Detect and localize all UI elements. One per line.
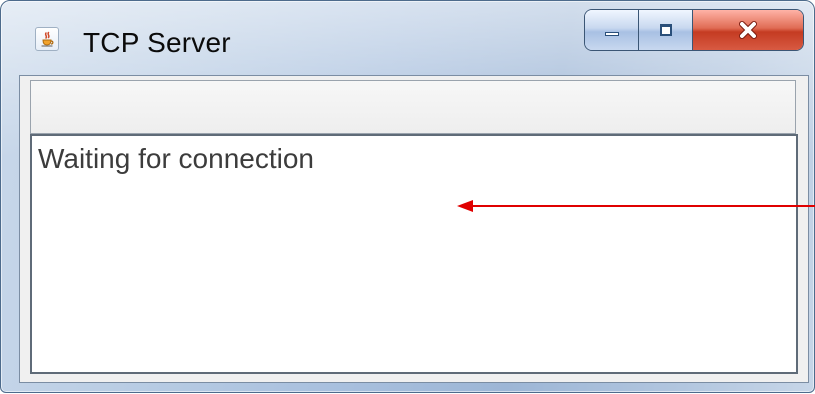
close-button[interactable]: [693, 10, 803, 50]
maximize-icon: [659, 24, 672, 36]
client-area: Waiting for connection: [19, 75, 809, 383]
maximize-button[interactable]: [639, 10, 693, 50]
close-icon: [739, 21, 757, 39]
window-controls: [584, 9, 804, 51]
output-text-area[interactable]: Waiting for connection: [30, 134, 798, 374]
title-bar[interactable]: TCP Server: [1, 1, 814, 75]
minimize-button[interactable]: [585, 10, 639, 50]
top-input-bar[interactable]: [30, 80, 796, 134]
java-cup-icon: [35, 27, 59, 51]
app-window: TCP Server Waiting for connection: [0, 0, 815, 393]
minimize-icon: [604, 32, 619, 36]
window-title: TCP Server: [83, 27, 231, 58]
status-text: Waiting for connection: [38, 143, 314, 174]
